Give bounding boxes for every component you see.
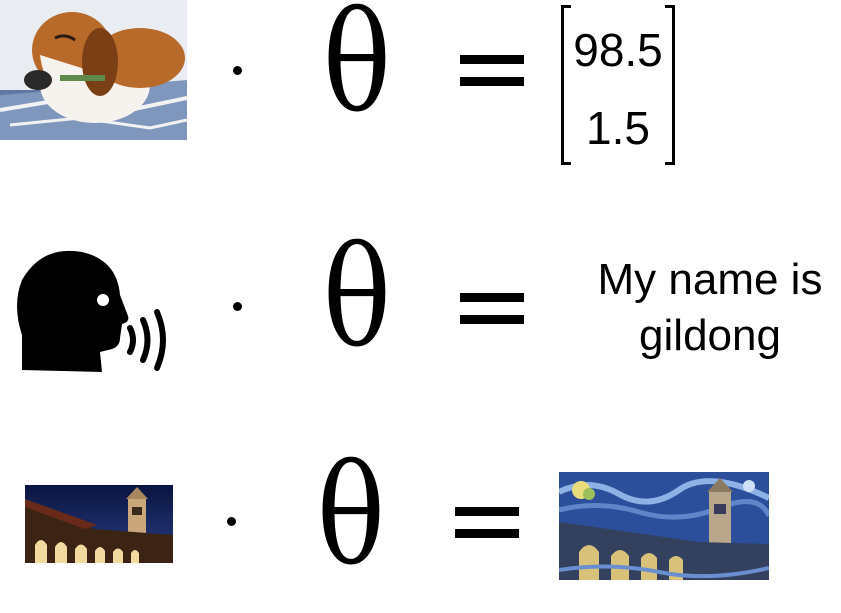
multiply-dot bbox=[233, 66, 242, 75]
equals-sign bbox=[455, 507, 519, 542]
multiply-dot bbox=[233, 302, 242, 311]
dog-photo bbox=[0, 0, 187, 140]
output-text: My name is gildong bbox=[575, 252, 841, 364]
vector-value-1: 98.5 bbox=[573, 24, 663, 76]
theta-symbol: θ bbox=[316, 435, 386, 596]
output-text-line-1: My name is bbox=[597, 255, 823, 304]
vector-value-2: 1.5 bbox=[586, 102, 650, 154]
stanford-tower-photo bbox=[25, 485, 173, 563]
output-vector: 98.5 1.5 bbox=[561, 5, 675, 165]
speaking-head-icon bbox=[12, 250, 177, 374]
output-text-line-2: gildong bbox=[639, 311, 781, 360]
equals-sign bbox=[460, 55, 524, 90]
theta-symbol: θ bbox=[322, 217, 392, 378]
stylized-painting-output bbox=[559, 472, 769, 580]
theta-symbol: θ bbox=[322, 0, 392, 143]
equals-sign bbox=[460, 293, 524, 328]
multiply-dot bbox=[227, 517, 236, 526]
